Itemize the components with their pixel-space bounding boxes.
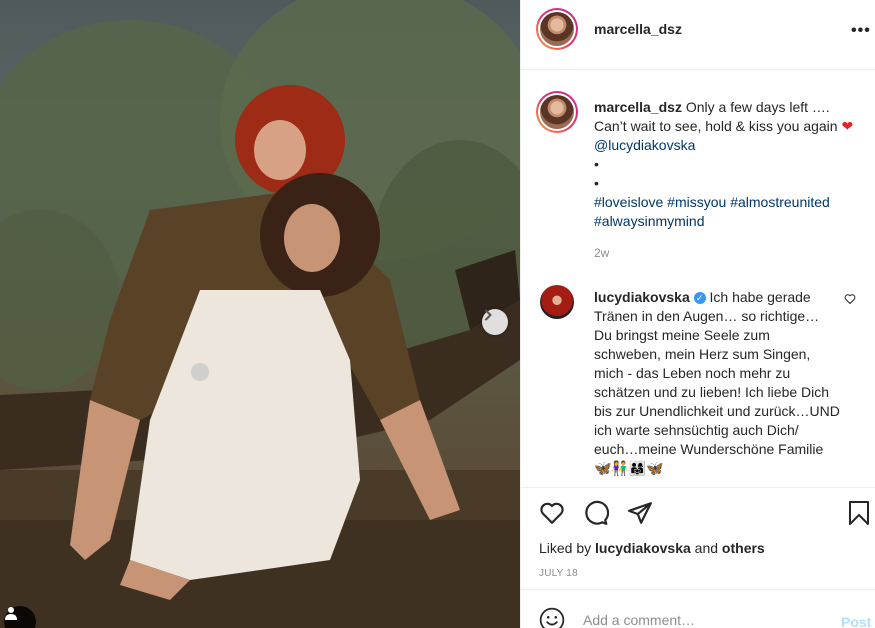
comment-heart-icon[interactable] (844, 293, 856, 305)
caption-bullet: • (594, 156, 599, 172)
verified-icon: ✓ (693, 292, 706, 305)
post-date[interactable]: JULY 18 (539, 568, 578, 579)
post-comment-button[interactable]: Post (841, 614, 871, 628)
photo-illustration (0, 0, 520, 628)
caption-text: marcella_dsz Only a few days left …. Can… (594, 98, 864, 231)
hashtag-link[interactable]: #loveislove (594, 194, 663, 210)
likes-summary: Liked by lucydiakovska and others (539, 540, 765, 556)
user-tag-icon (5, 607, 17, 620)
hashtag-link[interactable]: #alwaysinmymind (594, 213, 704, 229)
comment-text: lucydiakovska ✓ Ich habe gerade Tränen i… (594, 288, 840, 478)
share-icon[interactable] (627, 500, 653, 526)
more-options-icon[interactable]: ••• (851, 22, 871, 40)
caption-mention[interactable]: @lucydiakovska (594, 137, 695, 153)
add-comment-bar: Post (521, 589, 875, 628)
comment-input[interactable] (583, 612, 823, 628)
emoji-icon[interactable] (539, 607, 565, 628)
chevron-right-icon (485, 309, 492, 321)
bookmark-icon[interactable] (847, 500, 871, 526)
likes-user[interactable]: lucydiakovska (595, 540, 691, 556)
comments-list[interactable]: marcella_dsz Only a few days left …. Can… (521, 71, 875, 487)
post-header: marcella_dsz ••• (521, 0, 875, 70)
likes-prefix: Liked by (539, 540, 592, 556)
comment-icon[interactable] (583, 500, 609, 526)
author-avatar[interactable] (536, 8, 578, 50)
hashtag-link[interactable]: #missyou (667, 194, 726, 210)
commenter-username[interactable]: lucydiakovska (594, 289, 690, 305)
comment-body: Ich habe gerade Tränen in den Augen… so … (594, 289, 840, 476)
next-photo-button[interactable] (482, 309, 508, 335)
post-photo[interactable] (0, 0, 520, 628)
action-bar: Liked by lucydiakovska and others JULY 1… (521, 487, 875, 589)
author-username[interactable]: marcella_dsz (594, 21, 682, 37)
commenter-avatar[interactable] (540, 285, 574, 319)
hashtag-link[interactable]: #almostreunited (730, 194, 830, 210)
caption-bullet: • (594, 175, 599, 191)
caption-avatar[interactable] (536, 91, 578, 133)
caption-username[interactable]: marcella_dsz (594, 99, 682, 115)
likes-others[interactable]: others (722, 540, 765, 556)
caption-time-ago[interactable]: 2w (594, 246, 609, 260)
likes-conjunction: and (694, 540, 719, 556)
post-details-panel: marcella_dsz ••• marcella_dsz Only a few… (520, 0, 875, 628)
heart-emoji: ❤ (841, 118, 854, 134)
heart-icon[interactable] (539, 500, 565, 526)
